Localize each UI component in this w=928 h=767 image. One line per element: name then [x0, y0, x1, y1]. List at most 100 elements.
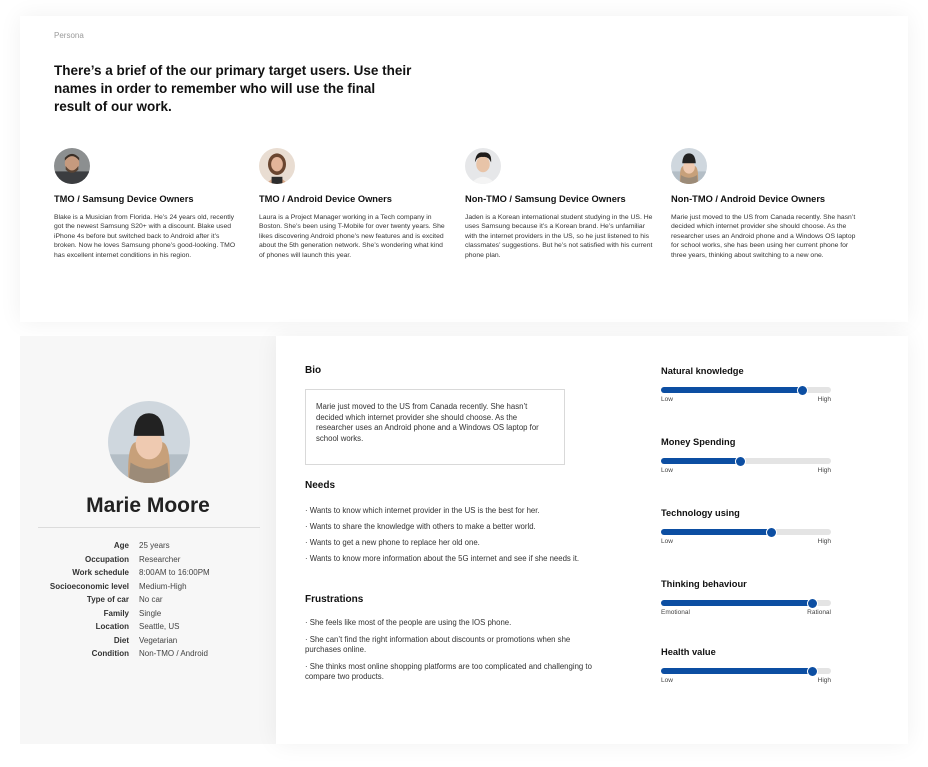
scale-knob[interactable]: [806, 665, 818, 677]
persona-description: Marie just moved to the US from Canada r…: [671, 214, 856, 259]
profile-avatar-icon: [108, 401, 190, 483]
attr-row-socioeconomic: Socioeconomic level Medium-High: [20, 580, 276, 594]
scale-title: Health value: [661, 647, 716, 657]
scale-track: [661, 665, 831, 677]
scale-title: Technology using: [661, 508, 740, 518]
list-item: · Wants to get a new phone to replace he…: [305, 537, 480, 547]
section-headline: There’s a brief of the our primary targe…: [54, 63, 412, 114]
list-item: · Wants to know which internet provider …: [305, 506, 540, 515]
attr-row-work-schedule: Work schedule 8:00AM to 16:00PM: [20, 566, 276, 580]
scale-low-label: Emotional: [661, 609, 690, 616]
person-avatar-male-icon: [54, 148, 90, 184]
scale-thinking-behaviour: Thinking behaviour Emotional Rational: [661, 579, 831, 616]
persona-description: Blake is a Musician from Florida. He’s 2…: [54, 214, 236, 259]
persona-description: Jaden is a Korean international student …: [465, 214, 653, 259]
attr-row-occupation: Occupation Researcher: [20, 553, 276, 567]
attr-row-age: Age 25 years: [20, 539, 276, 553]
attr-key: Condition: [91, 649, 129, 658]
attr-key: Type of car: [86, 595, 129, 604]
scale-high-label: High: [817, 467, 831, 474]
scale-track: [661, 526, 831, 538]
scale-low-label: Low: [661, 677, 673, 684]
list-item: · She can’t find the right information a…: [305, 635, 571, 654]
persona-card-blake: TMO / Samsung Device Owners Blake is a M…: [54, 148, 242, 260]
scale-track: [661, 455, 831, 467]
scale-track: [661, 597, 831, 609]
attr-value: Single: [139, 608, 162, 618]
needs-list: · Wants to know which internet provider …: [305, 506, 605, 563]
attr-row-location: Location Seattle, US: [20, 620, 276, 634]
scale-high-label: High: [817, 396, 831, 403]
scale-high-label: Rational: [807, 609, 831, 616]
attr-key: Age: [113, 541, 129, 550]
scale-technology-using: Technology using Low High: [661, 508, 831, 545]
scale-low-label: Low: [661, 467, 673, 474]
scale-title: Money Spending: [661, 437, 736, 447]
scale-high-label: High: [817, 677, 831, 684]
section-eyebrow: Persona: [54, 31, 84, 40]
profile-name: Marie Moore: [86, 494, 210, 517]
attr-value: 8:00AM to 16:00PM: [139, 568, 210, 577]
attr-value: Medium-High: [139, 581, 187, 591]
attr-key: Socioeconomic level: [49, 581, 129, 591]
scale-fill: [661, 668, 813, 674]
persona-overview-card: Persona There’s a brief of the our prima…: [20, 16, 908, 322]
attr-key: Diet: [113, 635, 129, 645]
scale-health-value: Health value Low High: [661, 647, 831, 684]
profile-panel: Marie Moore Age 25 years Occupation Resear…: [20, 336, 276, 744]
bio-box: Marie just moved to the US from Canada r…: [305, 389, 565, 465]
scale-fill: [661, 458, 741, 464]
person-avatar-female-icon: [259, 148, 295, 184]
attr-row-diet: Diet Vegetarian: [20, 634, 276, 648]
scale-title: Thinking behaviour: [661, 579, 747, 589]
list-item: · Wants to know more information about t…: [305, 553, 580, 563]
attr-value: 25 years: [139, 541, 170, 550]
attr-value: Non-TMO / Android: [139, 649, 208, 658]
scale-knob[interactable]: [806, 597, 818, 609]
frustrations-title: Frustrations: [305, 594, 364, 605]
bio-title: Bio: [305, 365, 322, 376]
list-item: · Wants to share the knowledge with othe…: [305, 521, 536, 531]
attr-row-family: Family Single: [20, 607, 276, 621]
scale-natural-knowledge: Natural knowledge Low High: [661, 366, 831, 403]
scale-knob[interactable]: [766, 526, 777, 538]
attr-row-condition: Condition Non-TMO / Android: [20, 647, 276, 661]
scale-high-label: High: [817, 538, 831, 545]
scale-knob[interactable]: [796, 384, 808, 396]
persona-description: Laura is a Project Manager working in a …: [259, 214, 445, 259]
list-item: · She feels like most of the people are …: [305, 618, 512, 627]
attr-row-car: Type of car No car: [20, 593, 276, 607]
frustrations-list: · She feels like most of the people are …: [305, 618, 605, 681]
scale-low-label: Low: [661, 396, 673, 403]
person-avatar-beanie-icon: [671, 148, 707, 184]
persona-title: Non-TMO / Samsung Device Owners: [465, 194, 626, 204]
person-avatar-student-icon: [465, 148, 501, 184]
attr-value: Seattle, US: [139, 622, 180, 631]
profile-attributes: Age 25 years Occupation Researcher Work sc…: [20, 539, 276, 661]
needs-title: Needs: [305, 480, 336, 491]
scale-fill: [661, 600, 813, 606]
attr-value: Vegetarian: [139, 635, 178, 645]
attr-key: Work schedule: [72, 568, 129, 577]
list-item: · She thinks most online shopping platfo…: [305, 662, 592, 681]
persona-detail-card: Bio Marie just moved to the US from Cana…: [276, 336, 908, 744]
attr-value: No car: [139, 595, 163, 604]
divider: [38, 527, 260, 528]
scale-fill: [661, 529, 772, 535]
attr-value: Researcher: [139, 554, 181, 564]
persona-title: TMO / Android Device Owners: [259, 194, 392, 204]
attr-key: Location: [95, 622, 129, 631]
scale-track: [661, 384, 831, 396]
attr-key: Occupation: [84, 554, 129, 564]
persona-card-marie: Non-TMO / Android Device Owners Marie ju…: [671, 148, 859, 260]
persona-card-laura: TMO / Android Device Owners Laura is a P…: [259, 148, 447, 260]
scale-fill: [661, 387, 803, 393]
attr-key: Family: [103, 608, 129, 618]
scale-title: Natural knowledge: [661, 366, 744, 376]
scale-knob[interactable]: [735, 455, 747, 467]
persona-card-jaden: Non-TMO / Samsung Device Owners Jaden is…: [465, 148, 653, 260]
persona-title: Non-TMO / Android Device Owners: [671, 194, 826, 204]
persona-title: TMO / Samsung Device Owners: [54, 194, 194, 204]
scale-money-spending: Money Spending Low High: [661, 437, 831, 474]
scale-low-label: Low: [661, 538, 673, 545]
